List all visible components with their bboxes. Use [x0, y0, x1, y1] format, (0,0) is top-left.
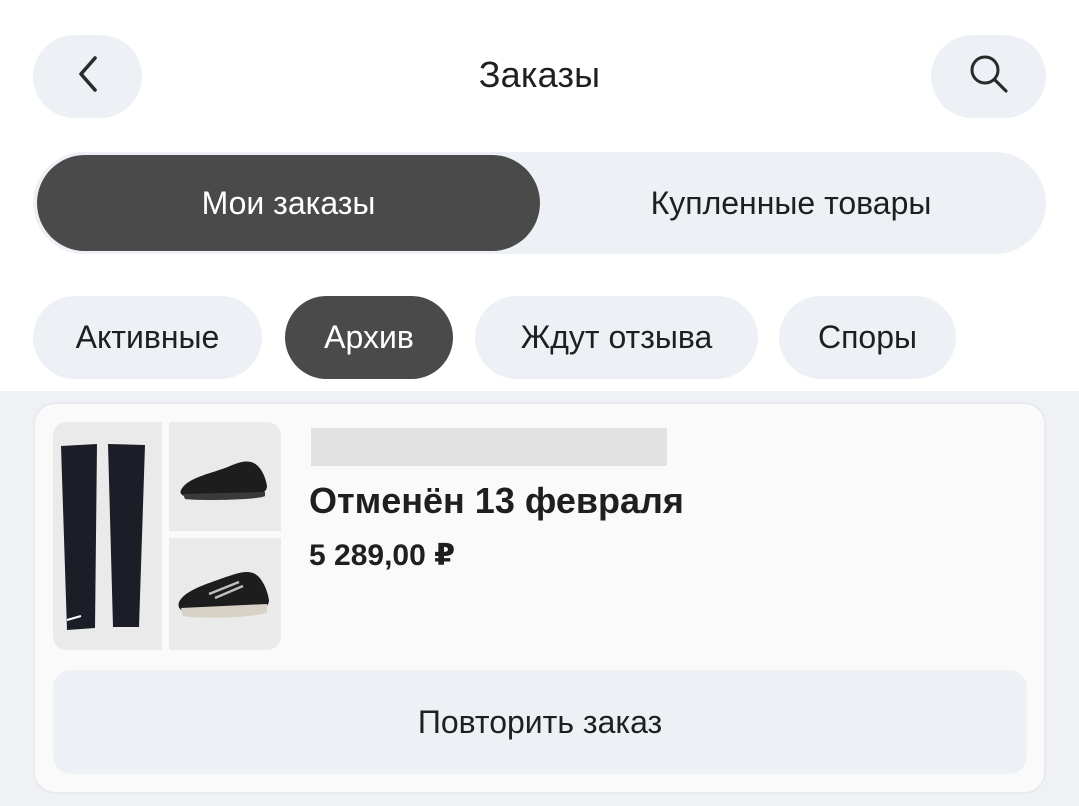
order-thumbnails[interactable]	[53, 422, 281, 650]
search-icon	[968, 53, 1010, 100]
tab-my-orders[interactable]: Мои заказы	[37, 155, 540, 251]
tab-purchased-items[interactable]: Купленные товары	[540, 155, 1042, 251]
order-price: 5 289,00 ₽	[309, 539, 455, 572]
order-status: Отменён 13 февраля	[309, 480, 684, 521]
repeat-order-button[interactable]: Повторить заказ	[53, 670, 1027, 774]
orders-list: Отменён 13 февраля 5 289,00 ₽ Повторить …	[0, 391, 1079, 806]
product-image-sneaker	[169, 422, 281, 531]
product-image-sneaker-2	[169, 538, 281, 650]
chip-disputes[interactable]: Споры	[779, 296, 956, 379]
search-button[interactable]	[931, 35, 1046, 118]
chip-archive[interactable]: Архив	[285, 296, 453, 379]
chip-awaiting-review[interactable]: Ждут отзыва	[475, 296, 758, 379]
chip-active[interactable]: Активные	[33, 296, 262, 379]
order-title-placeholder	[311, 428, 667, 466]
page-title: Заказы	[478, 54, 601, 95]
header: Заказы	[0, 0, 1079, 150]
orders-page: Заказы Мои заказы Купленные товары Актив…	[0, 0, 1079, 806]
order-card[interactable]: Отменён 13 февраля 5 289,00 ₽ Повторить …	[33, 402, 1046, 794]
orders-segmented-control: Мои заказы Купленные товары	[33, 152, 1046, 254]
product-image-leggings	[53, 422, 162, 650]
